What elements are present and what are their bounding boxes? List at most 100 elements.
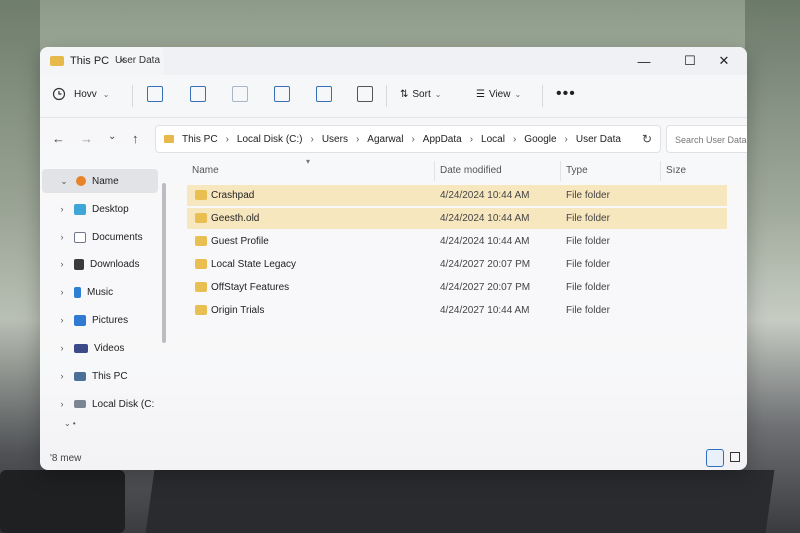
file-type: File folder — [566, 259, 610, 270]
chevron-right-icon: › — [60, 259, 64, 269]
item-count: '8 mew — [50, 453, 82, 464]
table-row[interactable]: Crashpad 4/24/2024 10:44 AM File folder — [187, 185, 727, 206]
chevron-right-icon: › — [310, 133, 314, 145]
column-header-size[interactable]: Sıze — [666, 165, 686, 176]
file-type: File folder — [566, 282, 610, 293]
sidebar-item-label: Music — [87, 286, 114, 298]
share-icon[interactable] — [316, 86, 332, 102]
more-items-chevron-icon[interactable]: ⌄ • — [64, 419, 76, 428]
sidebar-item-videos[interactable]: › Videos — [40, 336, 160, 360]
table-row[interactable]: Geesth.old 4/24/2024 10:44 AM File folde… — [187, 208, 727, 229]
column-header-name[interactable]: Name — [192, 165, 219, 176]
downloads-icon — [74, 258, 84, 270]
chevron-right-icon: › — [60, 287, 64, 297]
view-button[interactable]: ☰ View ⌄ — [476, 89, 521, 100]
up-button[interactable]: ↑ — [132, 131, 139, 146]
breadcrumb-item[interactable]: Users — [322, 134, 348, 145]
address-bar[interactable]: This PC › Local Disk (C:) › Users › Agar… — [155, 125, 661, 153]
sidebar-item-local-disk[interactable]: › Local Disk (C: — [40, 392, 160, 416]
sidebar-item-label: Desktop — [92, 203, 129, 215]
recent-locations-button[interactable]: ⌄ — [108, 131, 116, 142]
sidebar-item-label: Local Disk (C: — [92, 398, 155, 410]
file-type: File folder — [566, 213, 610, 224]
breadcrumb-item[interactable]: Local Disk (C:) — [237, 134, 303, 145]
folder-icon — [164, 135, 174, 143]
status-bar: '8 mew — [40, 447, 747, 470]
navigation-row: ← → ⌄ ↑ This PC › Local Disk (C:) › User… — [40, 125, 747, 157]
sidebar-scrollbar[interactable] — [162, 175, 166, 425]
sort-indicator-icon: ▾ — [306, 157, 311, 166]
chevron-right-icon: › — [60, 399, 64, 409]
chevron-down-icon: ⌄ — [60, 175, 68, 186]
table-row[interactable]: Local State Legacy 4/24/2027 20:07 PM Fi… — [187, 254, 727, 275]
cut-icon[interactable] — [147, 86, 163, 102]
column-divider[interactable] — [434, 161, 435, 181]
column-divider[interactable] — [660, 161, 661, 181]
chevron-right-icon: › — [60, 315, 64, 325]
sidebar-item-music[interactable]: › Music — [40, 280, 160, 304]
table-row[interactable]: Guest Profile 4/24/2024 10:44 AM File fo… — [187, 231, 727, 252]
breadcrumb-item[interactable]: Local — [481, 134, 505, 145]
column-divider[interactable] — [560, 161, 561, 181]
sidebar-item-name[interactable]: ⌄ Name — [42, 169, 158, 193]
chevron-down-icon: ⌄ — [102, 89, 110, 99]
search-input[interactable]: Search User Data — [666, 125, 747, 153]
details-view-icon[interactable] — [706, 449, 724, 467]
more-options-button[interactable]: ••• — [556, 85, 576, 103]
breadcrumb-item[interactable]: User Data — [576, 134, 621, 145]
sidebar-item-pictures[interactable]: › Pictures — [40, 308, 160, 332]
pictures-icon — [74, 314, 86, 326]
close-button[interactable]: ✕ — [701, 47, 747, 75]
file-date: 4/24/2027 10:44 AM — [440, 305, 530, 316]
chevron-right-icon: › — [60, 232, 64, 242]
refresh-icon[interactable]: ↻ — [642, 132, 652, 146]
new-button[interactable]: Hovv ⌄ — [52, 87, 110, 101]
sidebar-item-this-pc[interactable]: › This PC — [40, 364, 160, 388]
breadcrumb-item[interactable]: Agarwal — [367, 134, 403, 145]
delete-icon[interactable] — [357, 86, 373, 102]
folder-icon — [195, 236, 207, 246]
minimize-button[interactable]: — — [621, 47, 667, 75]
file-date: 4/24/2024 10:44 AM — [440, 236, 530, 247]
background-left — [0, 0, 40, 533]
sidebar-item-label: Name — [92, 175, 119, 187]
tiles-view-icon[interactable] — [730, 452, 740, 462]
divider — [542, 85, 543, 107]
table-row[interactable]: OffStayt Features 4/24/2027 20:07 PM Fil… — [187, 277, 727, 298]
column-header-type[interactable]: Type — [566, 165, 588, 176]
copy-icon[interactable] — [190, 86, 206, 102]
breadcrumb-item[interactable]: AppData — [423, 134, 462, 145]
chevron-right-icon: › — [225, 133, 229, 145]
file-list: ▾ Name Date modified Type Sıze Crashpad … — [180, 157, 740, 449]
forward-button[interactable]: → — [80, 131, 93, 146]
chevron-right-icon: › — [564, 133, 568, 145]
folder-icon — [195, 259, 207, 269]
breadcrumb-item[interactable]: This PC — [182, 134, 218, 145]
column-header-date[interactable]: Date modified — [440, 165, 502, 176]
sidebar-item-label: Pictures — [92, 314, 129, 326]
file-type: File folder — [566, 190, 610, 201]
drive-icon — [74, 400, 86, 408]
videos-icon — [74, 343, 88, 353]
file-name: Guest Profile — [211, 236, 269, 247]
back-button[interactable]: ← — [52, 131, 65, 146]
music-icon — [74, 286, 81, 298]
table-row[interactable]: Origin Trials 4/24/2027 10:44 AM File fo… — [187, 300, 727, 321]
rename-icon[interactable] — [274, 86, 290, 102]
chevron-right-icon: › — [469, 133, 474, 145]
tab-label: This PC — [70, 55, 110, 67]
view-label: View — [488, 89, 511, 100]
sort-button[interactable]: ⇅ Sort ⌄ — [400, 89, 441, 100]
scroll-thumb[interactable] — [162, 183, 166, 343]
clock-icon — [52, 87, 66, 101]
background-laptop — [145, 470, 775, 533]
chevron-right-icon: › — [60, 371, 64, 381]
computer-icon — [74, 371, 86, 381]
paste-icon[interactable] — [232, 86, 248, 102]
sort-icon: ⇅ — [400, 89, 409, 100]
sidebar-item-desktop[interactable]: › Desktop — [40, 197, 160, 221]
folder-icon — [195, 305, 207, 315]
breadcrumb-item[interactable]: Google — [524, 134, 556, 145]
sidebar-item-downloads[interactable]: › Downloads — [40, 252, 160, 276]
sidebar-item-documents[interactable]: › Documents — [40, 225, 160, 249]
